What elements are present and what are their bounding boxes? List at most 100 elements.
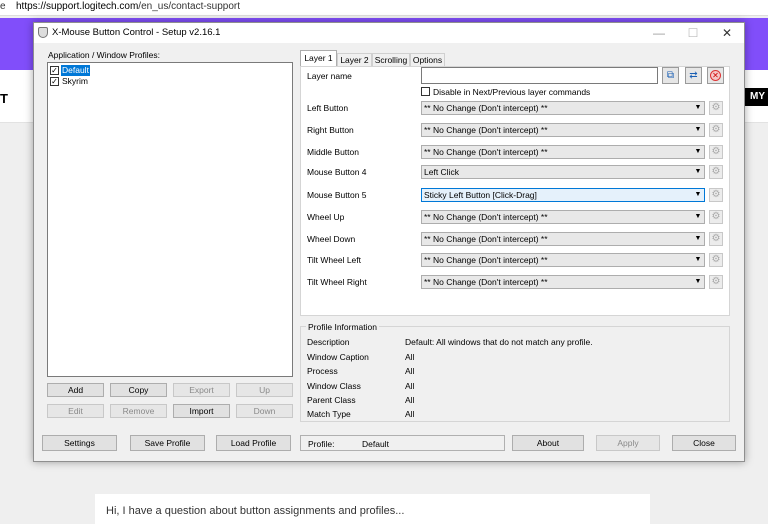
middle-button-dropdown[interactable]: ** No Change (Don't intercept) ** ▼ [421,145,705,159]
disable-layer-label: Disable in Next/Previous layer commands [433,87,591,97]
dropdown-value: Left Click [424,167,459,177]
row-label-middle-button: Middle Button [307,147,359,157]
layer-name-label: Layer name [307,71,352,81]
export-profile-button[interactable]: Export [173,383,230,397]
gear-icon[interactable]: ⚙ [709,123,723,137]
settings-button[interactable]: Settings [42,435,117,451]
gear-icon[interactable]: ⚙ [709,145,723,159]
tilt-wheel-right-dropdown[interactable]: ** No Change (Don't intercept) ** ▼ [421,275,705,289]
clear-layer-button[interactable]: ✕ [707,67,724,84]
row-label-tilt-wheel-right: Tilt Wheel Right [307,277,367,287]
info-value-description: Default: All windows that do not match a… [405,337,593,347]
move-down-button[interactable]: Down [236,404,293,418]
list-item[interactable]: ✓ Skyrim [50,76,290,87]
row-label-wheel-up: Wheel Up [307,212,345,222]
minimize-button[interactable]: — [642,23,676,43]
row-label-mouse-button-5: Mouse Button 5 [307,190,367,200]
right-button-dropdown[interactable]: ** No Change (Don't intercept) ** ▼ [421,123,705,137]
profile-label-skyrim: Skyrim [62,76,88,86]
gear-icon[interactable]: ⚙ [709,275,723,289]
info-label-window-caption: Window Caption [307,352,369,362]
chevron-down-icon: ▼ [694,256,702,263]
copy-profile-button[interactable]: Copy [110,383,167,397]
profiles-header: Application / Window Profiles: [48,50,160,60]
info-value-window-class: All [405,381,415,391]
edit-profile-button[interactable]: Edit [47,404,104,418]
remove-profile-button[interactable]: Remove [110,404,167,418]
info-label-process: Process [307,366,338,376]
tilt-wheel-left-dropdown[interactable]: ** No Change (Don't intercept) ** ▼ [421,253,705,267]
profile-status-box: Profile: Default [300,435,505,451]
info-value-parent-class: All [405,395,415,405]
info-value-match-type: All [405,409,415,419]
title-bar[interactable]: X-Mouse Button Control - Setup v2.16.1 —… [34,23,744,43]
layer-name-input[interactable] [421,67,658,84]
mouse-button-4-dropdown[interactable]: Left Click ▼ [421,165,705,179]
question-text: Hi, I have a question about button assig… [106,505,405,517]
wheel-up-dropdown[interactable]: ** No Change (Don't intercept) ** ▼ [421,210,705,224]
tab-options[interactable]: Options [410,53,445,66]
my-account-button[interactable]: MY [744,88,768,106]
row-label-tilt-wheel-left: Tilt Wheel Left [307,255,362,265]
chevron-down-icon: ▼ [694,278,702,285]
profile-status-value: Default [362,439,389,449]
app-mouse-icon [38,27,48,38]
move-up-button[interactable]: Up [236,383,293,397]
info-label-parent-class: Parent Class [307,395,356,405]
left-button-dropdown[interactable]: ** No Change (Don't intercept) ** ▼ [421,101,705,115]
chevron-down-icon: ▼ [694,168,702,175]
save-profile-button[interactable]: Save Profile [130,435,205,451]
disable-layer-checkbox[interactable] [421,87,430,96]
chevron-down-icon: ▼ [694,126,702,133]
list-item[interactable]: ✓ Default [50,65,290,76]
info-label-match-type: Match Type [307,409,351,419]
row-label-right-button: Right Button [307,125,354,135]
tab-scrolling[interactable]: Scrolling [372,53,410,66]
import-profile-button[interactable]: Import [173,404,230,418]
site-logo-fragment: T [0,91,8,106]
gear-icon[interactable]: ⚙ [709,232,723,246]
chevron-down-icon: ▼ [694,148,702,155]
info-value-process: All [405,366,415,376]
add-profile-button[interactable]: Add [47,383,104,397]
close-button[interactable]: Close [672,435,736,451]
row-label-mouse-button-4: Mouse Button 4 [307,167,367,177]
row-label-wheel-down: Wheel Down [307,234,356,244]
profile-checkbox-skyrim[interactable]: ✓ [50,77,59,86]
tab-layer-2[interactable]: Layer 2 [337,53,372,66]
load-profile-button[interactable]: Load Profile [216,435,291,451]
dropdown-value: ** No Change (Don't intercept) ** [424,147,548,157]
dropdown-value: ** No Change (Don't intercept) ** [424,277,548,287]
profile-checkbox-default[interactable]: ✓ [50,66,59,75]
gear-icon[interactable]: ⚙ [709,253,723,267]
chevron-down-icon: ▼ [694,104,702,111]
copy-layer-icon[interactable]: ⧉ [662,67,679,84]
info-label-window-class: Window Class [307,381,361,391]
wheel-down-dropdown[interactable]: ** No Change (Don't intercept) ** ▼ [421,232,705,246]
about-button[interactable]: About [512,435,584,451]
dropdown-value: ** No Change (Don't intercept) ** [424,255,548,265]
gear-icon[interactable]: ⚙ [709,210,723,224]
maximize-button[interactable]: ☐ [676,23,710,43]
mouse-button-5-dropdown[interactable]: Sticky Left Button [Click-Drag] ▼ [421,188,705,202]
tab-layer-1[interactable]: Layer 1 [300,50,337,67]
browser-url[interactable]: https://support.logitech.com/en_us/conta… [16,1,240,12]
profile-status-label: Profile: [308,439,335,449]
close-window-button[interactable]: ✕ [710,23,744,43]
chevron-down-icon: ▼ [694,213,702,220]
apply-button[interactable]: Apply [596,435,660,451]
gear-icon[interactable]: ⚙ [709,188,723,202]
chevron-down-icon: ▼ [694,191,702,198]
chevron-down-icon: ▼ [694,235,702,242]
gear-icon[interactable]: ⚙ [709,101,723,115]
row-label-left-button: Left Button [307,103,349,113]
url-host: https://support.logitech.com [16,1,139,12]
url-path: /en_us/contact-support [138,1,241,12]
profile-label-default: Default [61,65,90,76]
window-title: X-Mouse Button Control - Setup v2.16.1 [52,27,221,38]
swap-layers-icon[interactable]: ⇄ [685,67,702,84]
gear-icon[interactable]: ⚙ [709,165,723,179]
profiles-list[interactable]: ✓ Default ✓ Skyrim [47,62,293,377]
info-value-window-caption: All [405,352,415,362]
dropdown-value: ** No Change (Don't intercept) ** [424,103,548,113]
